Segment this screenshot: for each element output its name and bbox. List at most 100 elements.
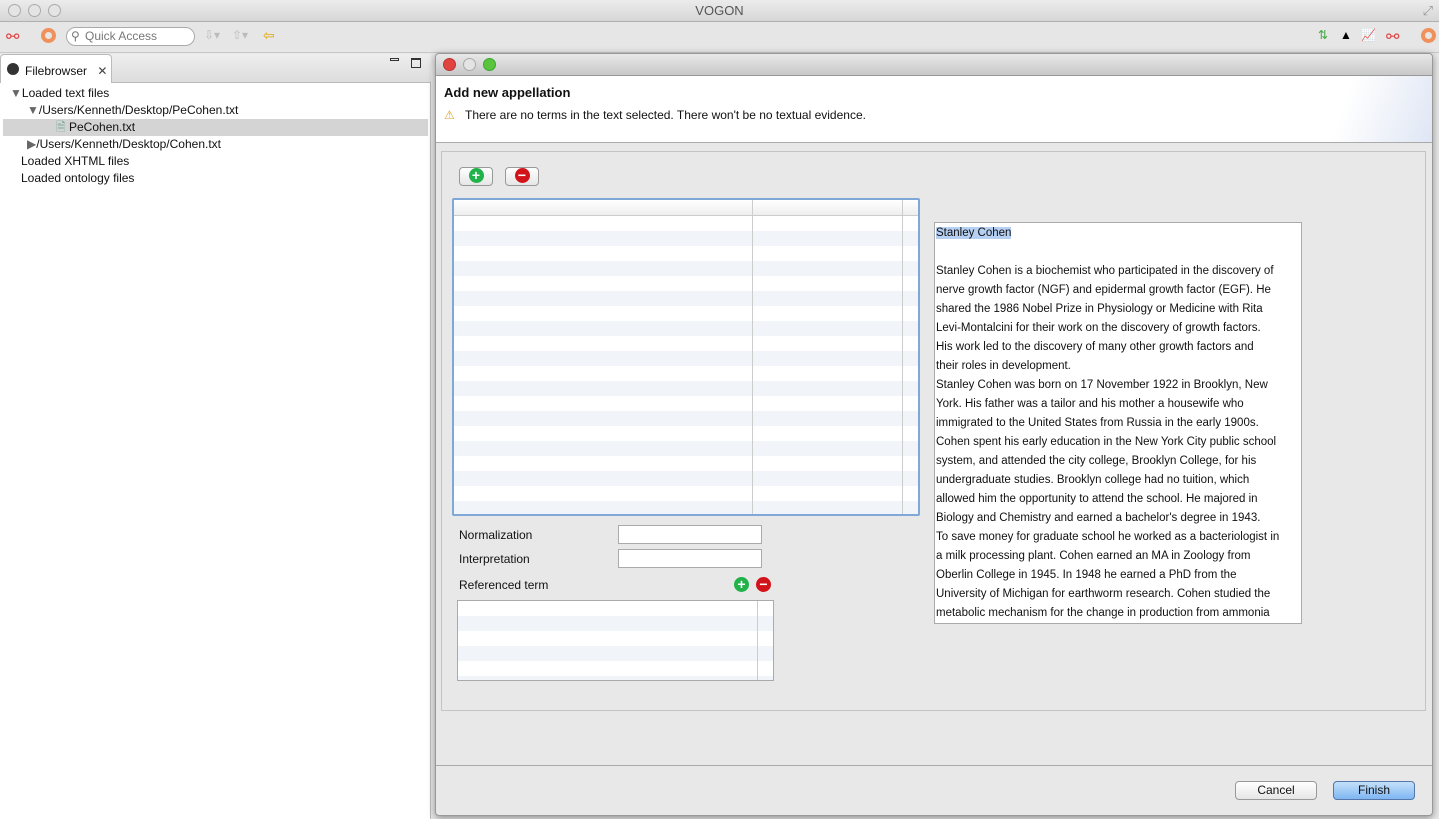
source-text-area[interactable]: Stanley Cohen Stanley Cohen is a biochem…	[934, 222, 1302, 624]
table-row[interactable]	[454, 306, 918, 321]
dialog-title-bar	[436, 54, 1432, 76]
button-bar-separator	[436, 765, 1432, 766]
minimize-window-button[interactable]	[28, 4, 41, 17]
text-line: His work led to the discovery of many ot…	[936, 341, 1254, 353]
tree-layout-icon[interactable]: ⇅	[1318, 28, 1328, 42]
tree-item-pecohen-folder[interactable]: ▼/Users/Kenneth/Desktop/PeCohen.txt	[27, 102, 238, 119]
table-row[interactable]	[458, 676, 773, 680]
zoom-dialog-button[interactable]	[483, 58, 496, 71]
close-window-button[interactable]	[8, 4, 21, 17]
table-row[interactable]	[458, 646, 773, 661]
dialog-title: Add new appellation	[444, 85, 571, 100]
table-row[interactable]	[454, 456, 918, 471]
remove-appellation-button[interactable]: −	[505, 167, 539, 186]
fullscreen-icon[interactable]: ⤢	[1423, 0, 1433, 22]
zoom-window-button[interactable]	[48, 4, 61, 17]
tab-filebrowser[interactable]: Filebrowser ✕	[0, 54, 112, 83]
plus-icon: +	[468, 168, 484, 183]
minimize-dialog-button[interactable]	[463, 58, 476, 71]
search-icon: ⚲	[71, 29, 80, 43]
table-row[interactable]	[454, 276, 918, 291]
table-row[interactable]	[454, 396, 918, 411]
column-divider	[757, 601, 758, 680]
chart-icon[interactable]: 📈	[1361, 28, 1376, 42]
table-row[interactable]	[454, 501, 918, 514]
table-row[interactable]	[454, 441, 918, 456]
add-term-button[interactable]: +	[734, 577, 749, 592]
text-line: metabolic mechanism for the change in pr…	[936, 607, 1270, 619]
tree-item-pecohen-file[interactable]: 🗎 PeCohen.txt	[3, 119, 428, 136]
column-divider[interactable]	[902, 200, 903, 514]
table-row[interactable]	[454, 471, 918, 486]
close-dialog-button[interactable]	[443, 58, 456, 71]
main-toolbar: ⚯ ⇩▾ ⇧▾ ⇦ ⇅ ▲ 📈 ⚯	[0, 22, 1439, 53]
table-row[interactable]	[454, 246, 918, 261]
interpretation-input[interactable]	[618, 549, 762, 568]
stop-icon[interactable]	[1421, 28, 1436, 43]
text-line: system, and attended the city college, B…	[936, 455, 1257, 467]
finish-button[interactable]: Finish	[1333, 781, 1415, 800]
tree-item-ontology-files[interactable]: Loaded ontology files	[21, 170, 134, 187]
text-line: Cohen spent his early education in the N…	[936, 436, 1277, 448]
text-line	[936, 243, 1301, 262]
interpretation-label: Interpretation	[459, 552, 530, 566]
table-row[interactable]	[454, 351, 918, 366]
appellation-group: + − Normalization Interpretation Referen…	[441, 151, 1426, 711]
table-row[interactable]	[454, 261, 918, 276]
warning-icon: ⚠	[444, 108, 455, 122]
collapsed-arrow-icon[interactable]: ▶	[27, 137, 36, 151]
selected-text[interactable]: Stanley Cohen	[936, 227, 1012, 239]
next-annotation-icon[interactable]: ⇩▾	[204, 28, 220, 42]
table-row[interactable]	[454, 411, 918, 426]
table-row[interactable]	[454, 231, 918, 246]
tree-item-xhtml-files[interactable]: Loaded XHTML files	[21, 153, 129, 170]
table-row[interactable]	[454, 366, 918, 381]
text-line: allowed him the opportunity to attend th…	[936, 493, 1258, 505]
minimize-panel-button[interactable]	[390, 58, 399, 61]
table-row[interactable]	[458, 631, 773, 646]
text-line: nerve growth factor (NGF) and epidermal …	[936, 284, 1271, 296]
table-row[interactable]	[454, 336, 918, 351]
appellation-table[interactable]	[452, 198, 920, 516]
warning-message: There are no terms in the text selected.…	[465, 108, 866, 122]
text-line: Biology and Chemistry and earned a bache…	[936, 512, 1261, 524]
table-row[interactable]	[454, 381, 918, 396]
graph-perspective-icon[interactable]: ⚯	[6, 27, 19, 47]
table-header	[454, 200, 918, 216]
app-title: VOGON	[695, 3, 744, 18]
tree-item-cohen-folder[interactable]: ▶/Users/Kenneth/Desktop/Cohen.txt	[27, 136, 221, 153]
pyramid-icon[interactable]: ▲	[1340, 28, 1352, 42]
expanded-arrow-icon[interactable]: ▼	[10, 86, 22, 100]
table-row[interactable]	[454, 321, 918, 336]
text-line: shared the 1986 Nobel Prize in Physiolog…	[936, 303, 1263, 315]
table-row[interactable]	[454, 216, 918, 231]
text-line: York. His father was a tailor and his mo…	[936, 398, 1244, 410]
table-row[interactable]	[454, 486, 918, 501]
stop-icon[interactable]	[41, 28, 56, 43]
expanded-arrow-icon[interactable]: ▼	[27, 103, 39, 117]
remove-term-button[interactable]: −	[756, 577, 771, 592]
text-line: their roles in development.	[936, 360, 1071, 372]
add-appellation-dialog: Add new appellation ⚠ There are no terms…	[435, 53, 1433, 816]
table-row[interactable]	[458, 661, 773, 676]
quick-access-input[interactable]: ⚲ Quick Access	[66, 27, 195, 46]
normalization-input[interactable]	[618, 525, 762, 544]
table-row[interactable]	[454, 291, 918, 306]
close-tab-icon[interactable]: ✕	[97, 64, 107, 78]
cancel-button[interactable]: Cancel	[1235, 781, 1317, 800]
table-row[interactable]	[454, 426, 918, 441]
previous-annotation-icon[interactable]: ⇧▾	[232, 28, 248, 42]
maximize-panel-button[interactable]	[411, 58, 421, 68]
graph-icon[interactable]: ⚯	[1386, 27, 1399, 47]
normalization-label: Normalization	[459, 528, 533, 542]
referenced-term-table[interactable]	[457, 600, 774, 681]
table-row[interactable]	[458, 601, 773, 616]
text-line: immigrated to the United States from Rus…	[936, 417, 1259, 429]
add-appellation-button[interactable]: +	[459, 167, 493, 186]
filebrowser-icon	[7, 63, 19, 75]
last-edit-icon[interactable]: ⇦	[263, 27, 275, 44]
tree-item-loaded-text-files[interactable]: ▼Loaded text files	[10, 85, 109, 102]
dialog-header: Add new appellation ⚠ There are no terms…	[436, 76, 1432, 143]
table-row[interactable]	[458, 616, 773, 631]
column-divider[interactable]	[752, 200, 753, 514]
